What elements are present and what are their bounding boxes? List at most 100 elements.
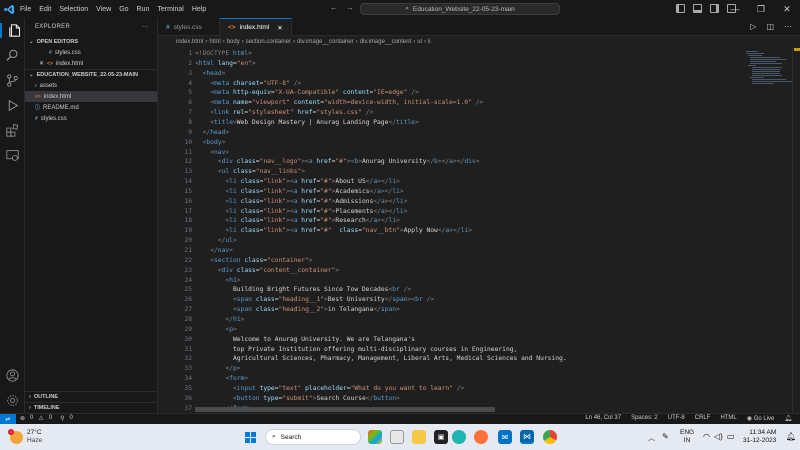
explorer-icon[interactable] <box>0 23 25 38</box>
split-editor-icon[interactable]: ◫ <box>766 22 774 31</box>
line-number: 1 <box>188 50 192 57</box>
copilot-icon[interactable] <box>368 430 382 444</box>
back-arrow-icon[interactable]: ← <box>330 3 338 12</box>
encoding[interactable]: UTF-8 <box>668 415 685 422</box>
editor-actions: ▷ ◫ ··· <box>750 22 792 31</box>
toggle-sidebar-icon[interactable] <box>676 4 685 13</box>
battery-icon: ▭ <box>726 432 735 441</box>
weather-widget[interactable]: 1 27°C Haze <box>8 428 42 445</box>
line-number: 15 <box>184 187 192 195</box>
language-indicator[interactable]: ENG IN <box>680 429 694 445</box>
open-editor-styles-css[interactable]: # styles.css <box>25 47 157 58</box>
tree-item-label: styles.css <box>40 115 67 122</box>
more-actions-icon[interactable]: ··· <box>784 22 792 31</box>
code-line: <li class="link"><a href="#">Academics</… <box>225 187 404 195</box>
line-number: 30 <box>184 335 192 343</box>
clock-time: 11:34 AM <box>749 429 777 436</box>
open-editor-index-html[interactable]: ✕ <> index.html <box>25 58 157 69</box>
tree-item-readme[interactable]: ⓘ README.md <box>25 102 157 113</box>
tree-item-styles-css[interactable]: # styles.css <box>25 113 157 124</box>
notifications-bell-icon[interactable]: 🔔︎ <box>784 415 792 422</box>
clock[interactable]: 11:34 AM 31-12-2023 <box>743 429 776 445</box>
vscode-taskbar-icon[interactable]: ⋈ <box>520 430 534 444</box>
breadcrumb: index.html › html › body › section.conta… <box>158 36 800 48</box>
more-actions-icon[interactable]: ··· <box>142 24 149 30</box>
notification-center-icon[interactable]: 🔔︎ <box>786 432 796 441</box>
breadcrumb-item[interactable]: section.container <box>246 39 291 45</box>
project-section[interactable]: ⌄ EDUCATION_WEBSITE_22-05-23-MAIN <box>25 69 157 80</box>
breadcrumb-item[interactable]: div.image__content <box>360 39 412 45</box>
toggle-secondary-sidebar-icon[interactable] <box>710 4 719 13</box>
menu-selection[interactable]: Selection <box>59 6 88 13</box>
minimap[interactable] <box>740 48 792 413</box>
command-center-search[interactable]: ⌕ Education_Website_22-05-23-main <box>360 3 560 15</box>
menu-go[interactable]: Go <box>119 6 128 13</box>
task-view-icon[interactable] <box>390 430 404 444</box>
run-debug-icon[interactable] <box>5 98 20 113</box>
mail-icon[interactable]: ✉ <box>498 430 512 444</box>
menu-file[interactable]: File <box>20 6 31 13</box>
menu-help[interactable]: Help <box>192 6 206 13</box>
open-editor-label: styles.css <box>54 49 81 56</box>
close-editor-icon[interactable]: ✕ <box>39 60 44 67</box>
close-window-icon[interactable]: ✕ <box>774 0 800 18</box>
accounts-icon[interactable] <box>5 368 20 383</box>
timeline-section[interactable]: › TIMELINE <box>25 402 158 413</box>
vertical-scrollbar[interactable] <box>792 48 800 413</box>
breadcrumb-item[interactable]: li <box>428 39 431 45</box>
breadcrumb-item[interactable]: body <box>227 39 240 45</box>
indentation[interactable]: Spaces: 2 <box>631 415 658 422</box>
menu-view[interactable]: View <box>96 6 111 13</box>
menu-edit[interactable]: Edit <box>39 6 51 13</box>
toggle-panel-icon[interactable] <box>693 4 702 13</box>
code-line: <h1> <box>225 276 241 284</box>
code-editor[interactable]: 1 <!DOCTYPE html> 2 <html lang="en"> 3 <head>… <box>158 48 748 413</box>
edge-icon[interactable] <box>452 430 466 444</box>
system-tray[interactable]: ◠ ◁) ▭ <box>703 432 734 441</box>
run-icon[interactable]: ▷ <box>750 22 756 31</box>
pen-icon[interactable]: ✎ <box>662 432 669 441</box>
remote-explorer-icon[interactable] <box>5 148 20 163</box>
code-line: <section class="container"> <box>210 256 313 264</box>
css-file-icon: # <box>49 49 52 56</box>
broadcast-icon: ◉ <box>746 416 754 422</box>
maximize-icon[interactable]: ❐ <box>748 0 774 18</box>
menu-run[interactable]: Run <box>137 6 150 13</box>
tree-item-index-html[interactable]: <> index.html <box>25 91 157 102</box>
language-mode[interactable]: HTML <box>720 415 736 422</box>
code-line: <meta name="viewport" content="width=dev… <box>210 99 484 107</box>
breadcrumb-item[interactable]: div.image__container <box>297 39 354 45</box>
code-line: <span class="heading__2">in Telangana</s… <box>233 306 400 314</box>
windows-start-icon[interactable] <box>243 430 257 444</box>
line-number: 27 <box>184 306 192 314</box>
chrome-icon[interactable] <box>543 430 557 444</box>
extensions-icon[interactable] <box>5 123 20 138</box>
search-view-icon[interactable] <box>5 48 20 63</box>
taskbar-search[interactable]: ⌕ Search <box>265 429 361 445</box>
close-tab-icon[interactable]: ✕ <box>277 24 282 32</box>
open-editors-section[interactable]: ⌄ OPEN EDITORS <box>25 36 157 47</box>
chevron-up-icon[interactable]: ︿ <box>648 433 655 443</box>
cursor-position[interactable]: Ln 46, Col 37 <box>585 415 621 422</box>
tab-index-html[interactable]: <> index.html ✕ <box>220 18 292 36</box>
horizontal-scrollbar[interactable] <box>195 407 495 412</box>
breadcrumb-item[interactable]: index.html <box>176 39 203 45</box>
source-control-icon[interactable] <box>5 73 20 88</box>
firefox-icon[interactable] <box>474 430 488 444</box>
ports-icon: ⚲ <box>60 416 65 422</box>
line-ending[interactable]: CRLF <box>695 415 711 422</box>
forward-arrow-icon[interactable]: → <box>346 3 354 12</box>
store-icon[interactable]: ▣ <box>434 430 448 444</box>
menu-terminal[interactable]: Terminal <box>157 6 183 13</box>
go-live-button[interactable]: ◉ Go Live <box>747 415 775 422</box>
tab-styles-css[interactable]: # styles.css <box>158 18 220 36</box>
outline-section[interactable]: › OUTLINE <box>25 391 158 402</box>
minimize-icon[interactable]: — <box>722 0 748 18</box>
breadcrumb-item[interactable]: html <box>209 39 220 45</box>
manage-gear-icon[interactable] <box>5 393 20 408</box>
tree-item-assets[interactable]: › assets <box>25 80 157 91</box>
file-explorer-icon[interactable] <box>412 430 426 444</box>
problems-indicator[interactable]: ⊗ 0 ⚠ 0 ⚲ 0 <box>20 415 73 422</box>
go-live-label: Go Live <box>753 416 775 422</box>
breadcrumb-item[interactable]: ul <box>417 39 422 45</box>
